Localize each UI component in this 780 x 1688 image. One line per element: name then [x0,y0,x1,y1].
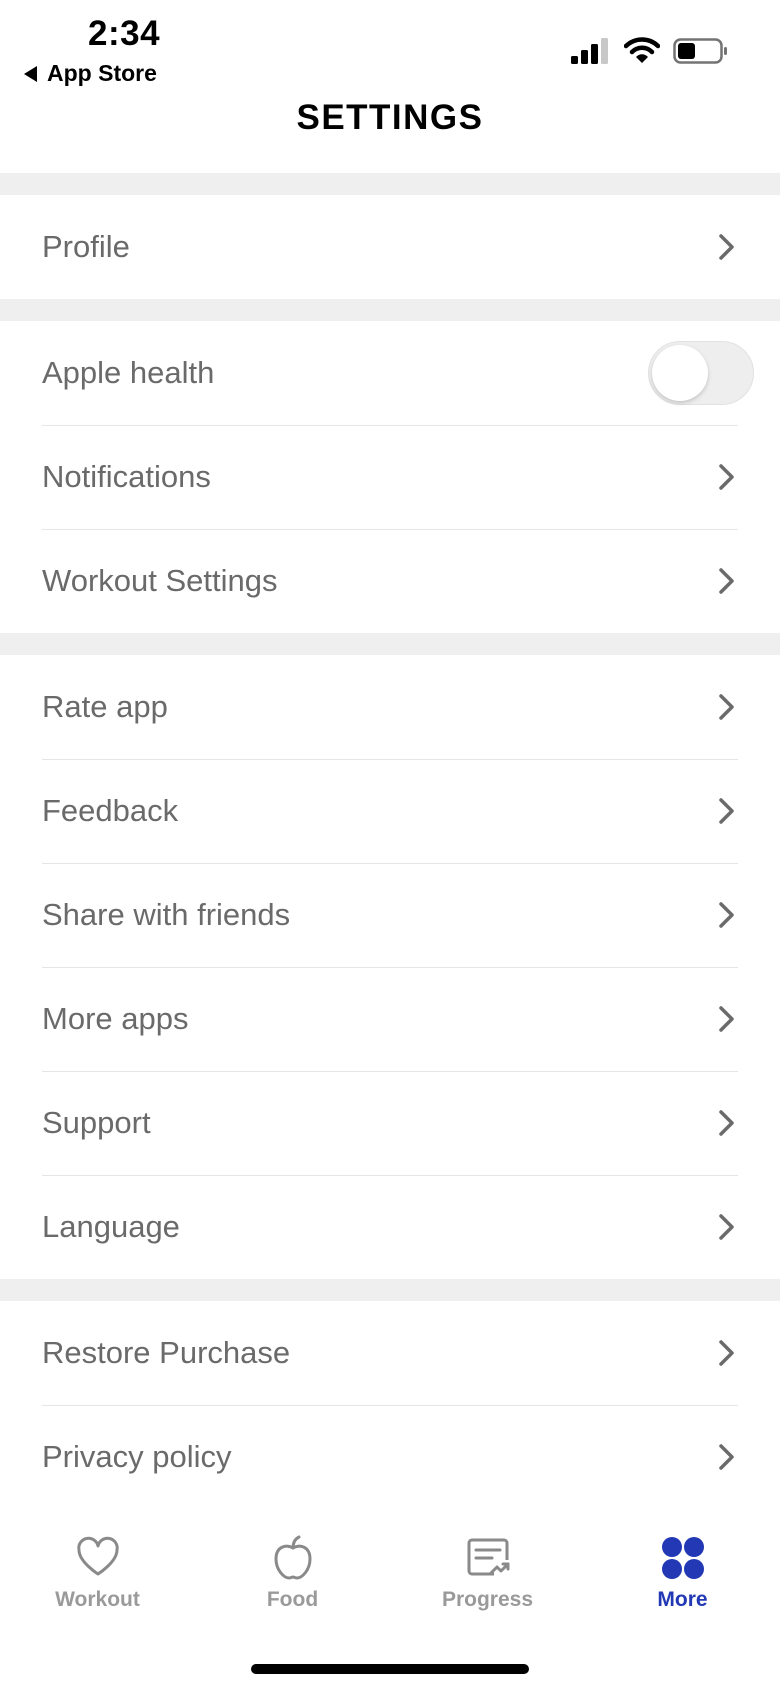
tab-workout[interactable]: Workout [0,1508,195,1618]
back-app-label: App Store [47,60,157,86]
settings-row-privacy-policy[interactable]: Privacy policy [0,1405,780,1508]
row-label: Support [42,1105,151,1140]
settings-group-account: Profile [0,195,780,299]
settings-row-workout-settings[interactable]: Workout Settings [0,529,780,633]
settings-row-share-with-friends[interactable]: Share with friends [0,863,780,967]
back-to-app-store-link[interactable]: App Store [24,60,157,87]
row-label: Restore Purchase [42,1335,291,1370]
chevron-right-icon [719,798,734,824]
apple-health-toggle[interactable] [648,341,754,405]
row-label: Workout Settings [42,563,278,598]
settings-row-rate-app[interactable]: Rate app [0,655,780,759]
settings-row-notifications[interactable]: Notifications [0,425,780,529]
page-title: SETTINGS [296,98,484,137]
tab-progress[interactable]: Progress [390,1508,585,1618]
tab-label: Food [266,1588,319,1611]
settings-group-legal: Restore Purchase Privacy policy [0,1301,780,1508]
settings-row-support[interactable]: Support [0,1071,780,1175]
settings-row-more-apps[interactable]: More apps [0,967,780,1071]
home-indicator[interactable] [251,1664,529,1674]
row-label: Privacy policy [42,1439,232,1474]
progress-chart-icon [467,1538,509,1576]
chevron-right-icon [719,1110,734,1136]
chevron-right-icon [719,464,734,490]
row-label: Feedback [42,793,179,828]
grid-dots-icon [661,1537,704,1579]
tab-label: More [657,1588,708,1611]
settings-row-feedback[interactable]: Feedback [0,759,780,863]
row-label: Notifications [42,459,211,494]
settings-group-app: Rate app Feedback Share with friends Mor… [0,655,780,1279]
tab-bar: Workout Food Progress More [0,1508,780,1688]
tab-label: Progress [441,1588,534,1611]
tab-food[interactable]: Food [195,1508,390,1618]
row-label: More apps [42,1001,189,1036]
section-separator [0,299,780,321]
tab-label: Workout [55,1588,140,1611]
settings-row-profile[interactable]: Profile [0,195,780,299]
wifi-icon [624,37,660,63]
settings-row-language[interactable]: Language [0,1175,780,1279]
apple-icon [274,1535,311,1580]
chevron-right-icon [719,1340,734,1366]
chevron-right-icon [719,1444,734,1470]
chevron-right-icon [719,1006,734,1032]
status-bar: 2:34 App Store [0,0,780,96]
settings-row-apple-health: Apple health [0,321,780,425]
battery-icon [673,38,727,64]
cellular-signal-icon [571,38,608,64]
settings-row-restore-purchase[interactable]: Restore Purchase [0,1301,780,1405]
row-label: Rate app [42,689,168,724]
tab-more[interactable]: More [585,1508,780,1618]
chevron-right-icon [719,234,734,260]
row-label: Profile [42,229,130,264]
chevron-right-icon [719,568,734,594]
row-label: Language [42,1209,180,1244]
heart-icon [76,1536,119,1576]
chevron-right-icon [719,1214,734,1240]
back-triangle-icon [24,65,37,82]
toggle-knob [652,345,708,401]
settings-screen: 2:34 App Store SETTINGS Profile Apple he… [0,0,780,1688]
status-time: 2:34 [88,14,161,53]
section-separator [0,1279,780,1301]
chevron-right-icon [719,902,734,928]
chevron-right-icon [719,694,734,720]
row-label: Apple health [42,355,215,390]
settings-group-preferences: Apple health Notifications Workout Setti… [0,321,780,633]
row-label: Share with friends [42,897,291,932]
section-separator [0,173,780,195]
section-separator [0,633,780,655]
settings-list: Profile Apple health Notifications Worko… [0,173,780,1508]
